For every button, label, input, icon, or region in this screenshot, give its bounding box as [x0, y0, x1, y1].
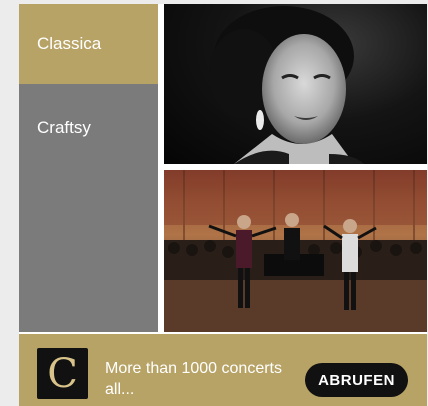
category-tile-classica[interactable]: Classica [19, 4, 158, 84]
category-tile-craftsy[interactable]: Craftsy [19, 84, 158, 332]
ad-description: More than 1000 concerts all... [105, 360, 282, 398]
category-column: Classica Craftsy [19, 4, 158, 332]
category-label: Classica [37, 34, 102, 53]
orchestra-illustration [164, 170, 427, 332]
ad-card[interactable]: Classica Craftsy C More than 1000 concer… [19, 4, 427, 406]
app-logo[interactable]: C [37, 348, 88, 399]
singer-portrait-image[interactable] [164, 4, 427, 164]
abrufen-button[interactable]: ABRUFEN [305, 363, 408, 397]
singer-portrait-illustration [209, 6, 364, 164]
page-background: Classica Craftsy C More than 1000 concer… [0, 0, 428, 406]
orchestra-concert-image[interactable] [164, 170, 427, 332]
logo-letter: C [47, 351, 78, 397]
category-label: Craftsy [37, 118, 91, 137]
ad-bottom-bar: C More than 1000 concerts all... ABRUFEN [19, 334, 427, 406]
